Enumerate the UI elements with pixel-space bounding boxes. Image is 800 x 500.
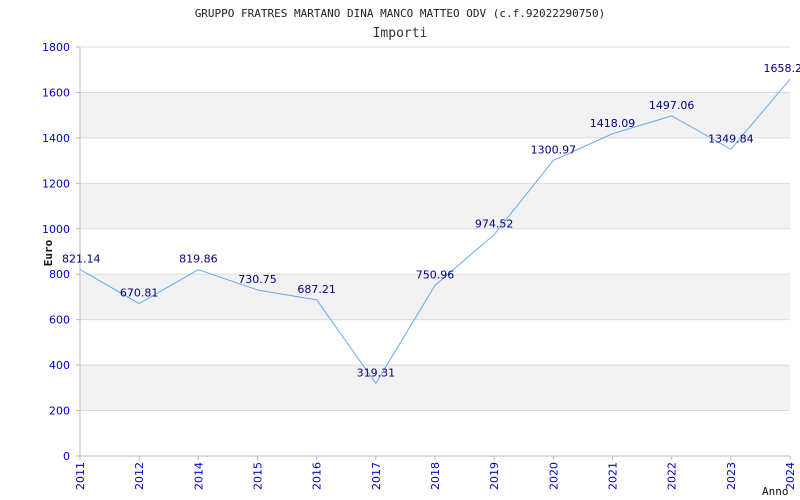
line-chart: GRUPPO FRATRES MARTANO DINA MANCO MATTEO… [42,7,800,498]
plot-background-bands [80,92,790,411]
data-label: 1349.84 [708,132,754,145]
y-tick-label: 600 [49,314,70,327]
data-label: 750.96 [416,268,455,281]
y-tick-label: 1000 [42,223,70,236]
chart-subtitle: Importi [373,26,428,41]
data-label: 974.52 [475,218,514,231]
data-label: 319.31 [357,366,396,379]
y-tick-label: 0 [63,450,70,463]
y-tick-label: 800 [49,268,70,281]
x-tick-label: 2011 [74,462,87,490]
x-tick-label: 2019 [488,462,501,490]
x-tick-label: 2017 [370,462,383,490]
x-tick-label: 2015 [252,462,265,490]
data-label: 1497.06 [649,99,695,112]
y-axis-label: Euro [42,239,55,266]
data-label: 730.75 [238,273,277,286]
data-label: 687.21 [297,283,336,296]
plot-band [80,365,790,411]
data-label: 819.86 [179,253,218,266]
x-tick-label: 2023 [725,462,738,490]
data-label: 1418.09 [590,117,636,130]
x-tick-label: 2014 [192,462,205,490]
x-axis-ticks: 2011 2012 2014 2015 2016 2017 2018 2019 2020 2021… [74,456,797,490]
chart-title: GRUPPO FRATRES MARTANO DINA MANCO MATTEO… [195,7,606,20]
x-axis-label: Anno [762,485,789,498]
data-label: 1300.97 [531,143,577,156]
x-tick-label: 2012 [133,462,146,490]
x-tick-label: 2016 [311,462,324,490]
y-tick-label: 1800 [42,41,70,54]
data-label: 821.14 [62,252,101,265]
x-tick-label: 2022 [666,462,679,490]
x-tick-label: 2018 [429,462,442,490]
y-tick-label: 200 [49,405,70,418]
data-label: 670.81 [120,287,159,300]
y-tick-label: 1200 [42,177,70,190]
plot-band [80,183,790,229]
x-tick-label: 2020 [547,462,560,490]
y-tick-label: 400 [49,359,70,372]
y-tick-label: 1400 [42,132,70,145]
y-tick-label: 1600 [42,86,70,99]
data-label: 1658.2 [764,62,800,75]
x-tick-label: 2021 [607,462,620,490]
